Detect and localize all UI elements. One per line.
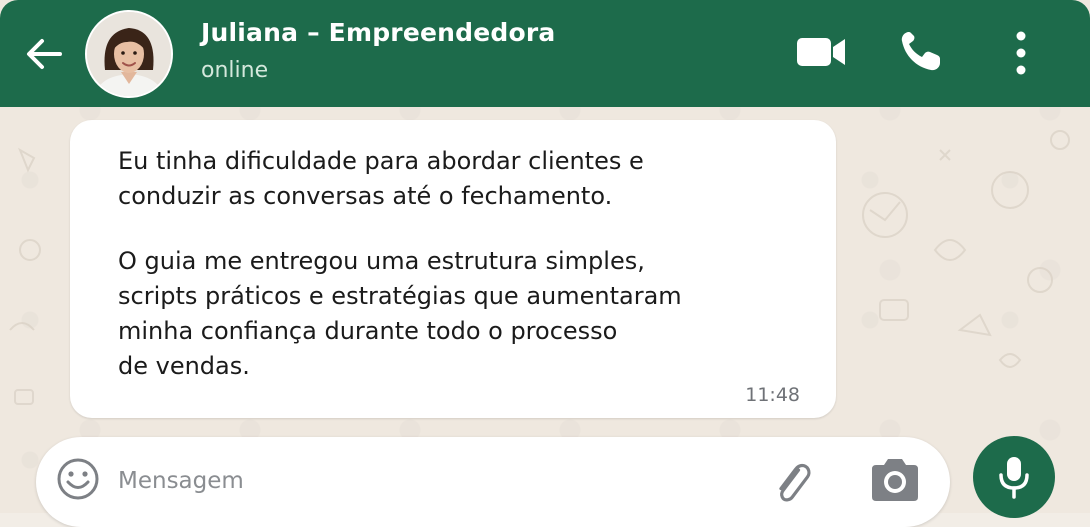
message-line: de vendas. bbox=[118, 352, 250, 380]
message-line: Eu tinha dificuldade para abordar client… bbox=[118, 147, 644, 175]
message-paragraph: O guia me entregou uma estrutura simples… bbox=[118, 244, 682, 384]
message-line: minha confiança durante todo o processo bbox=[118, 317, 618, 345]
camera-icon[interactable] bbox=[868, 455, 922, 505]
message-input[interactable] bbox=[116, 463, 680, 499]
more-vertical-icon[interactable] bbox=[1005, 28, 1037, 78]
message-composer bbox=[36, 437, 950, 527]
message-line: O guia me entregou uma estrutura simples… bbox=[118, 247, 645, 275]
chat-header: Juliana – Empreendedora online bbox=[0, 0, 1090, 107]
emoji-smile-icon[interactable] bbox=[56, 457, 100, 501]
phone-icon[interactable] bbox=[896, 28, 944, 76]
contact-name[interactable]: Juliana – Empreendedora bbox=[201, 18, 555, 47]
paperclip-icon[interactable] bbox=[766, 455, 818, 507]
incoming-message-bubble[interactable]: Eu tinha dificuldade para abordar client… bbox=[70, 120, 836, 418]
video-camera-icon[interactable] bbox=[795, 32, 847, 72]
arrow-left-icon[interactable] bbox=[20, 30, 68, 78]
message-paragraph: Eu tinha dificuldade para abordar client… bbox=[118, 144, 644, 214]
message-line: conduzir as conversas até o fechamento. bbox=[118, 182, 613, 210]
microphone-button[interactable] bbox=[973, 436, 1055, 518]
message-line: scripts práticos e estratégias que aumen… bbox=[118, 282, 682, 310]
avatar[interactable] bbox=[85, 10, 173, 98]
contact-status: online bbox=[201, 58, 269, 83]
avatar-image bbox=[87, 12, 171, 96]
message-timestamp: 11:48 bbox=[745, 384, 800, 406]
microphone-icon bbox=[999, 457, 1029, 499]
